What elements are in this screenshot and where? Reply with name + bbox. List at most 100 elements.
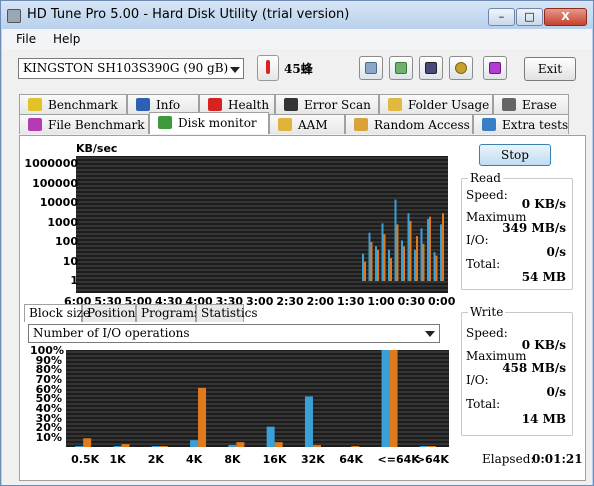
minimize-icon: –: [498, 10, 505, 23]
paste-button[interactable]: [389, 56, 413, 80]
tab-label: Health: [228, 98, 270, 112]
read-rate-bar: [407, 213, 410, 281]
read-io-bar: [113, 446, 122, 447]
tab-label: Disk monitor: [178, 116, 257, 130]
stop-button[interactable]: Stop: [479, 144, 551, 166]
read-total-value: 54 MB: [521, 270, 566, 284]
read-io-bar: [75, 446, 84, 447]
read-rate-bar: [427, 219, 429, 281]
x-tick-label: 2:00: [306, 295, 335, 308]
copy-button[interactable]: [359, 56, 383, 80]
tab-aam[interactable]: AAM: [269, 114, 345, 134]
speaker-icon: [278, 118, 292, 131]
subtab-block-size[interactable]: Block size: [24, 304, 90, 322]
tab-info[interactable]: Info: [127, 94, 199, 114]
menu-bar: File Help: [2, 29, 592, 49]
elapsed-value: 0:01:21: [532, 452, 583, 466]
close-button[interactable]: X: [544, 8, 587, 26]
menu-file[interactable]: File: [16, 32, 36, 46]
chart-title: KB/sec: [76, 142, 118, 155]
tab-label: Benchmark: [48, 98, 118, 112]
chevron-down-icon: [425, 331, 435, 337]
extra-tests-icon: [482, 118, 496, 131]
read-rate-bar: [440, 224, 442, 281]
drive-select[interactable]: KINGSTON SH103S390G (90 gB): [18, 58, 244, 79]
subtab-programs[interactable]: Programs: [136, 304, 200, 322]
tab-label: Error Scan: [304, 98, 371, 112]
write-rate-bar: [364, 261, 366, 281]
minimize-button[interactable]: –: [488, 8, 515, 26]
read-rate-bar: [414, 249, 416, 281]
random-access-icon: [354, 118, 368, 131]
read-rate-bar: [368, 232, 371, 281]
write-io-bar: [274, 442, 283, 447]
tab-health[interactable]: Health: [199, 94, 275, 114]
subtab-statistics[interactable]: Statistics: [196, 304, 258, 322]
close-icon: X: [561, 10, 570, 23]
write-rate-bar: [383, 234, 386, 281]
settings-button[interactable]: [449, 56, 473, 80]
app-icon: [7, 9, 21, 23]
x-tick-label: 2:30: [276, 295, 304, 308]
tab-disk-monitor[interactable]: Disk monitor: [149, 112, 269, 134]
exit-button[interactable]: Exit: [524, 57, 576, 81]
menu-help[interactable]: Help: [53, 32, 80, 46]
write-rate-bar: [429, 216, 431, 281]
metric-select[interactable]: Number of I/O operations: [28, 324, 440, 343]
tab-folder-usage[interactable]: Folder Usage: [379, 94, 493, 114]
tab-label: Random Access: [374, 118, 470, 132]
drive-select-value: KINGSTON SH103S390G (90 gB): [23, 61, 229, 75]
write-rate-bar: [370, 242, 373, 281]
tab-extra-tests[interactable]: Extra tests: [473, 114, 569, 134]
y-tick-label: 1: [70, 274, 78, 287]
read-io-bar: [304, 396, 313, 447]
read-rate-bar: [394, 199, 397, 281]
write-io-bar: [83, 438, 92, 447]
read-rate-bar: [433, 252, 436, 281]
write-rate-bar: [403, 246, 405, 281]
read-io-bar: [151, 446, 160, 447]
write-io-label: I/O:: [466, 373, 489, 387]
tab-random-access[interactable]: Random Access: [345, 114, 473, 134]
download-button[interactable]: [483, 56, 507, 80]
tab-error-scan[interactable]: Error Scan: [275, 94, 379, 114]
write-rate-bar: [435, 255, 438, 281]
x-tick-label: 1:00: [367, 295, 395, 308]
read-io-bar: [266, 426, 275, 447]
tab-benchmark[interactable]: Benchmark: [19, 94, 127, 114]
read-speed-label: Speed:: [466, 188, 508, 202]
save-icon: [425, 62, 437, 74]
category-label: <=64K: [377, 453, 420, 466]
read-io-label: I/O:: [466, 233, 489, 247]
y-tick-label: 1000000: [24, 157, 78, 170]
read-io-bar: [228, 445, 237, 447]
subtab-position[interactable]: Position: [82, 304, 136, 322]
write-io-bar: [121, 444, 130, 447]
write-io-bar: [198, 387, 207, 447]
folder-icon: [388, 98, 402, 111]
chevron-down-icon: [230, 67, 240, 73]
tab-file-benchmark[interactable]: File Benchmark: [19, 114, 149, 134]
tab-label: Erase: [522, 98, 557, 112]
write-io-bar: [389, 350, 398, 447]
maximize-button[interactable]: □: [516, 8, 543, 26]
write-rate-bar: [390, 258, 392, 281]
read-group-title: Read: [468, 171, 503, 185]
read-rate-bar: [420, 228, 423, 281]
write-io-bar: [159, 446, 168, 447]
tab-label: File Benchmark: [48, 118, 145, 132]
read-rate-bar: [375, 246, 377, 281]
trash-icon: [502, 98, 516, 111]
read-io-bar: [190, 440, 199, 447]
write-max-value: 458 MB/s: [502, 361, 566, 375]
category-label: 16K: [262, 453, 287, 466]
info-icon: [136, 98, 150, 111]
read-io-value: 0/s: [546, 245, 567, 259]
tab-erase[interactable]: Erase: [493, 94, 569, 114]
read-io-bar: [419, 446, 428, 447]
read-rate-bar: [388, 249, 390, 281]
save-button[interactable]: [419, 56, 443, 80]
main-client: KINGSTON SH103S390G (90 gB) 45蜂 Exit Ben…: [2, 49, 592, 485]
download-icon: [489, 62, 501, 74]
copy-icon: [365, 62, 377, 74]
